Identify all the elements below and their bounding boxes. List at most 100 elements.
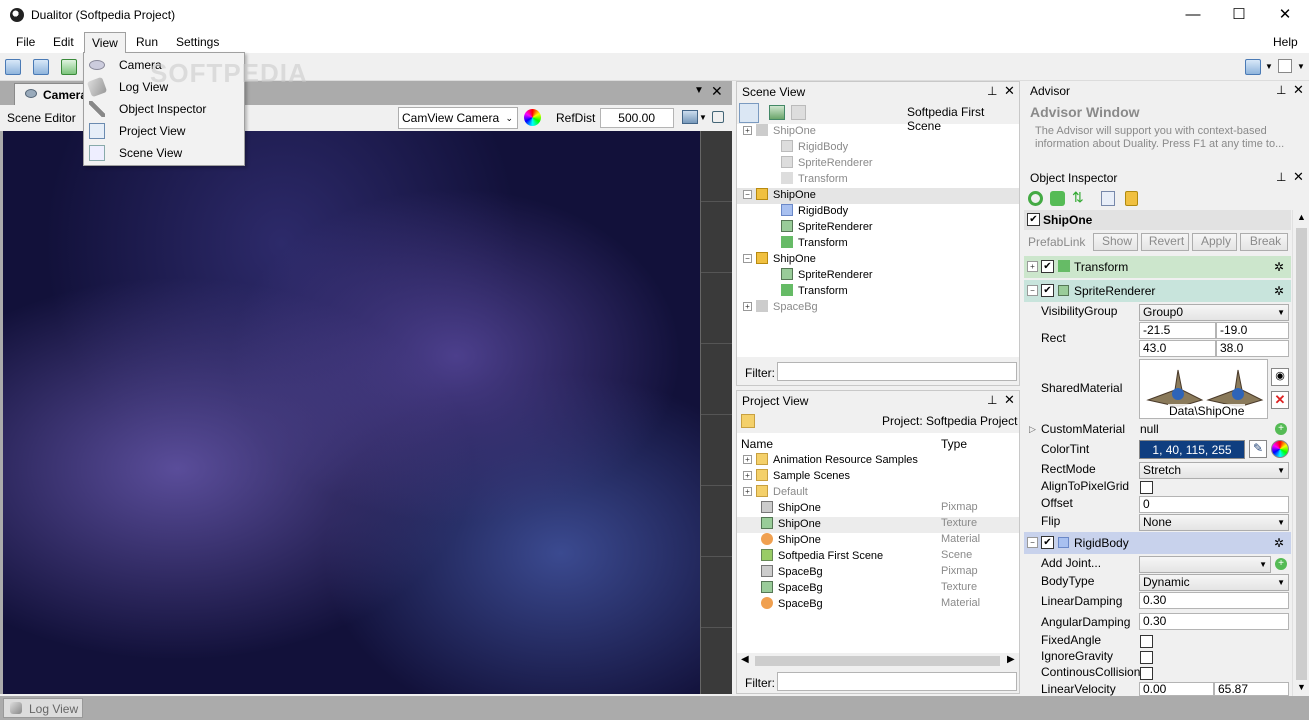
- close-button[interactable]: ✕: [1262, 0, 1308, 31]
- lock-icon[interactable]: [1125, 191, 1138, 206]
- new-scene-icon[interactable]: [769, 105, 785, 120]
- lineardamping-input[interactable]: 0.30: [1139, 592, 1289, 609]
- expand-arrow-icon[interactable]: ▷: [1029, 424, 1036, 435]
- pin-icon[interactable]: ⊥: [1276, 83, 1286, 97]
- pin-icon[interactable]: ⊥: [1276, 170, 1286, 184]
- tree-node-shipone[interactable]: + ShipOne: [743, 124, 816, 140]
- list-item[interactable]: + Default: [743, 485, 808, 501]
- break-button[interactable]: Break: [1240, 233, 1288, 251]
- scene-viewport[interactable]: [3, 131, 700, 694]
- refresh-icon[interactable]: [1028, 191, 1043, 206]
- linearvelocity-y-input[interactable]: 65.87: [1214, 682, 1289, 696]
- refresh-icon[interactable]: [1245, 59, 1261, 75]
- folder-icon[interactable]: [741, 414, 755, 428]
- close-icon[interactable]: ✕: [1004, 83, 1015, 99]
- menu-file[interactable]: File: [16, 35, 35, 49]
- gear-icon[interactable]: [1050, 191, 1065, 206]
- list-item[interactable]: ShipOne Material: [761, 533, 1017, 549]
- sprite-enabled-checkbox[interactable]: ✔: [1041, 284, 1054, 297]
- list-item[interactable]: SpaceBg Material: [761, 597, 1017, 613]
- chevron-down-icon[interactable]: ▼: [699, 113, 707, 122]
- menu-item-scene-view[interactable]: Scene View: [84, 142, 244, 164]
- list-item[interactable]: Softpedia First Scene Scene: [761, 549, 1017, 565]
- save-icon[interactable]: [791, 105, 806, 120]
- rect-h-input[interactable]: 38.0: [1216, 340, 1289, 357]
- camera-select[interactable]: CamView Camera ⌄: [398, 107, 518, 129]
- tree-node-shipone[interactable]: − ShipOne: [743, 252, 816, 268]
- angulardamping-input[interactable]: 0.30: [1139, 613, 1289, 630]
- tree-node-spriterenderer[interactable]: SpriteRenderer: [781, 220, 873, 236]
- tab-list-icon[interactable]: ▼: [694, 85, 704, 96]
- aligntopixelgrid-checkbox[interactable]: [1140, 481, 1153, 494]
- section-transform[interactable]: + ✔ Transform ✲: [1024, 256, 1291, 278]
- copy-icon[interactable]: [1101, 191, 1115, 206]
- ignoregravity-checkbox[interactable]: [1140, 651, 1153, 664]
- transform-enabled-checkbox[interactable]: ✔: [1041, 260, 1054, 273]
- tree-node-transform[interactable]: Transform: [781, 236, 848, 252]
- menu-run[interactable]: Run: [136, 35, 158, 49]
- color-wheel-icon[interactable]: [1271, 440, 1289, 458]
- open-icon[interactable]: [33, 59, 49, 75]
- eye-icon[interactable]: ◉: [1271, 368, 1289, 386]
- refdist-input[interactable]: 500.00: [600, 108, 674, 128]
- scroll-right-icon[interactable]: ▶: [1007, 654, 1015, 665]
- maximize-button[interactable]: ☐: [1216, 0, 1262, 31]
- gear-icon[interactable]: ✲: [1274, 260, 1284, 274]
- rect-y-input[interactable]: -19.0: [1216, 322, 1289, 339]
- run-icon[interactable]: [61, 59, 77, 75]
- active-checkbox[interactable]: ✔: [1027, 213, 1040, 226]
- tree-node-rigidbody[interactable]: RigidBody: [781, 204, 848, 220]
- horizontal-scrollbar[interactable]: ◀ ▶: [737, 653, 1019, 669]
- apply-button[interactable]: Apply: [1192, 233, 1237, 251]
- offset-input[interactable]: 0: [1139, 496, 1289, 513]
- scroll-thumb[interactable]: [755, 656, 1000, 666]
- tree-node-spriterenderer[interactable]: SpriteRenderer: [781, 268, 873, 284]
- revert-button[interactable]: Revert: [1141, 233, 1189, 251]
- inspector-scrollbar[interactable]: ▲ ▼: [1292, 210, 1309, 696]
- collapse-icon[interactable]: −: [1027, 285, 1038, 296]
- close-icon[interactable]: ✕: [1293, 82, 1304, 98]
- rect-x-input[interactable]: -21.5: [1139, 322, 1216, 339]
- pin-icon[interactable]: ⊥: [987, 393, 997, 407]
- scene-editor-label[interactable]: Scene Editor: [7, 111, 76, 125]
- tree-node-transform[interactable]: Transform: [781, 284, 848, 300]
- tree-node-spacebg[interactable]: + SpaceBg: [743, 300, 818, 316]
- continouscollision-checkbox[interactable]: [1140, 667, 1153, 680]
- show-button[interactable]: Show: [1093, 233, 1138, 251]
- color-wheel-icon[interactable]: [524, 109, 541, 126]
- rectmode-select[interactable]: Stretch ▼: [1139, 462, 1289, 479]
- flip-select[interactable]: None ▼: [1139, 514, 1289, 531]
- list-item[interactable]: SpaceBg Pixmap: [761, 565, 1017, 581]
- add-icon[interactable]: +: [1275, 423, 1287, 435]
- scene-filter-input[interactable]: [777, 362, 1017, 381]
- tab-log-view[interactable]: Log View: [3, 698, 83, 718]
- project-filter-input[interactable]: [777, 672, 1017, 691]
- column-type[interactable]: Type: [941, 437, 967, 451]
- section-spriterenderer[interactable]: − ✔ SpriteRenderer ✲: [1024, 280, 1291, 302]
- sharedmaterial-preview[interactable]: Data\ShipOne: [1139, 359, 1268, 419]
- rect-w-input[interactable]: 43.0: [1139, 340, 1216, 357]
- visibilitygroup-select[interactable]: Group0 ▼: [1139, 304, 1289, 321]
- expand-icon[interactable]: +: [1027, 261, 1038, 272]
- tree-node-shipone[interactable]: − ShipOne: [737, 188, 1019, 204]
- delete-icon[interactable]: ✕: [1271, 391, 1289, 409]
- menu-edit[interactable]: Edit: [53, 35, 74, 49]
- menu-item-project-view[interactable]: Project View: [84, 120, 244, 142]
- gear-icon[interactable]: ✲: [1274, 284, 1284, 298]
- collapse-icon[interactable]: −: [1027, 537, 1038, 548]
- view-mode-icon[interactable]: [682, 110, 698, 124]
- new-object-icon[interactable]: [739, 103, 759, 123]
- scroll-up-icon[interactable]: ▲: [1297, 212, 1306, 222]
- add-icon[interactable]: +: [1275, 558, 1287, 570]
- menu-help[interactable]: Help: [1273, 35, 1298, 49]
- tree-node-transform[interactable]: Transform: [781, 172, 848, 188]
- fixedangle-checkbox[interactable]: [1140, 635, 1153, 648]
- menu-view[interactable]: View: [84, 32, 126, 53]
- rigidbody-enabled-checkbox[interactable]: ✔: [1041, 536, 1054, 549]
- close-icon[interactable]: ✕: [1293, 169, 1304, 185]
- list-item[interactable]: SpaceBg Texture: [761, 581, 1017, 597]
- scroll-down-icon[interactable]: ▼: [1297, 682, 1306, 692]
- new-icon[interactable]: [5, 59, 21, 75]
- tree-node-spriterenderer[interactable]: SpriteRenderer: [781, 156, 873, 172]
- list-item[interactable]: + Animation Resource Samples: [743, 453, 918, 469]
